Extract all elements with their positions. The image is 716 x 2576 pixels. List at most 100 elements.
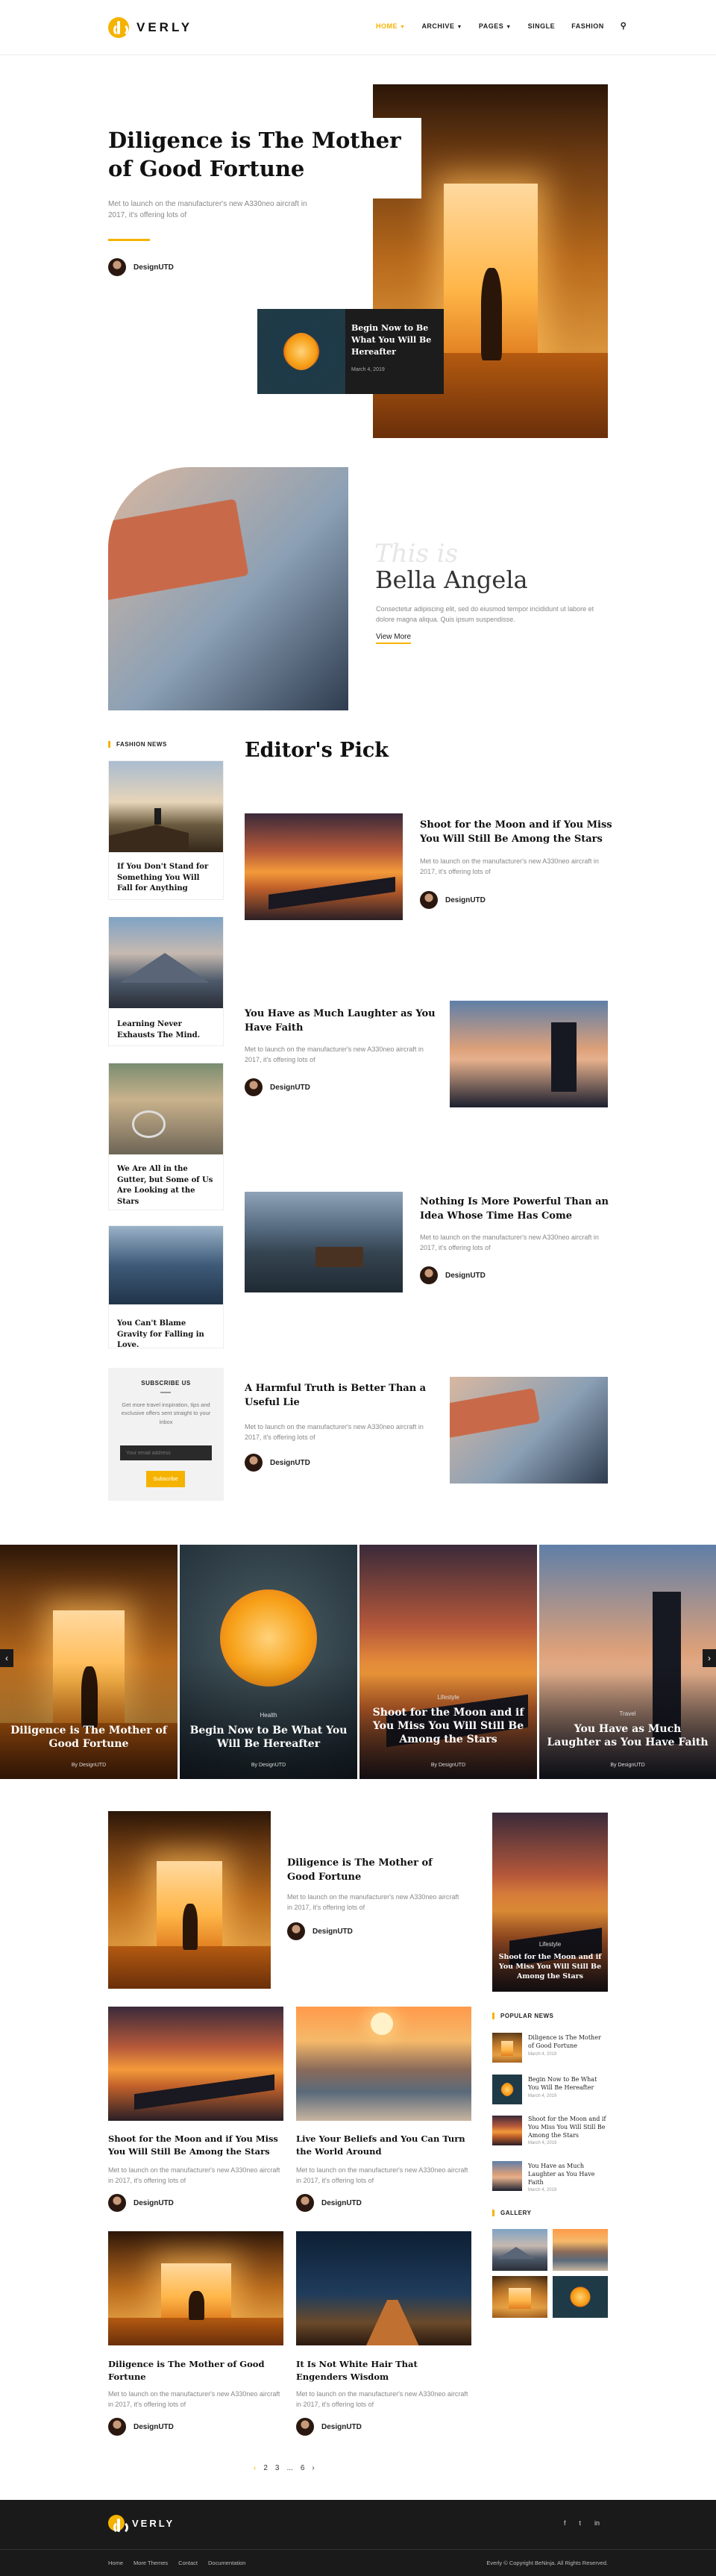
post-image[interactable]	[450, 1001, 608, 1107]
hero-side-card[interactable]: Begin Now to Be What You Will Be Hereaft…	[257, 309, 444, 394]
post-title[interactable]: It Is Not White Hair That Engenders Wisd…	[296, 2358, 471, 2383]
post-author[interactable]: DesignUTD	[245, 1454, 310, 1472]
side-card-title: Begin Now to Be What You Will Be Hereaft…	[351, 323, 432, 357]
site-header: VERLY HOME ▼ ARCHIVE ▼ PAGES ▼ SINGLE FASHI…	[0, 0, 716, 55]
hero-author[interactable]: DesignUTD	[108, 258, 174, 276]
nav-fashion[interactable]: FASHION	[571, 22, 604, 31]
pagination-next[interactable]: ›	[312, 2464, 314, 2472]
slide[interactable]: Travel You Have as Much Laughter as You …	[539, 1545, 716, 1779]
card-image	[109, 917, 223, 1008]
post-image[interactable]	[245, 813, 403, 920]
nav-pages[interactable]: PAGES ▼	[479, 22, 512, 31]
gallery-image[interactable]	[553, 2276, 608, 2318]
gallery-label: GALLERY	[492, 2210, 531, 2216]
slide[interactable]: Lifestyle Shoot for the Moon and if You …	[359, 1545, 537, 1779]
post-author[interactable]: DesignUTD	[420, 1266, 486, 1284]
post-author[interactable]: DesignUTD	[108, 2418, 174, 2436]
post-author[interactable]: DesignUTD	[108, 2194, 174, 2212]
gallery-image[interactable]	[492, 2276, 547, 2318]
pagination-prev[interactable]: ‹	[254, 2464, 256, 2472]
footer-link-home[interactable]: Home	[108, 2560, 123, 2566]
slide-title: You Have as Much Laughter as You Have Fa…	[547, 1723, 709, 1749]
post-author[interactable]: DesignUTD	[296, 2194, 362, 2212]
popular-item[interactable]: Begin Now to Be What You Will Be Hereaft…	[492, 2075, 608, 2104]
popular-item[interactable]: Shoot for the Moon and if You Miss You W…	[492, 2116, 608, 2145]
pagination-page[interactable]: 2	[263, 2464, 268, 2472]
post-image[interactable]	[108, 2231, 283, 2345]
featured-post-excerpt: Met to launch on the manufacturer's new …	[287, 1893, 459, 1911]
post-title[interactable]: You Have as Much Laughter as You Have Fa…	[245, 1007, 437, 1036]
popular-item[interactable]: You Have as Much Laughter as You Have Fa…	[492, 2161, 608, 2192]
footer-link-documentation[interactable]: Documentation	[208, 2560, 245, 2566]
post-title[interactable]: Shoot for the Moon and if You Miss You W…	[108, 2133, 283, 2157]
post-author[interactable]: DesignUTD	[287, 1922, 353, 1940]
subscribe-button[interactable]: Subscribe	[146, 1471, 185, 1487]
footer-link-more-themes[interactable]: More Themes	[134, 2560, 168, 2566]
gallery-image[interactable]	[492, 2229, 547, 2271]
linkedin-icon[interactable]: in	[594, 2519, 600, 2527]
card-title: If You Don't Stand for Something You Wil…	[117, 863, 209, 892]
site-logo[interactable]: VERLY	[108, 17, 192, 38]
post-image[interactable]	[296, 2231, 471, 2345]
fashion-card[interactable]: Learning Never Exhausts The Mind.	[108, 916, 224, 1046]
nav-single[interactable]: SINGLE	[528, 22, 556, 31]
pagination-page[interactable]: 3	[275, 2464, 280, 2472]
side-card-image	[257, 309, 345, 394]
twitter-icon[interactable]: t	[580, 2519, 582, 2527]
slide[interactable]: Diligence is The Mother of Good Fortune …	[0, 1545, 178, 1779]
featured-slider: Diligence is The Mother of Good Fortune …	[0, 1545, 716, 1779]
slide-title: Begin Now to Be What You Will Be Hereaft…	[189, 1725, 348, 1751]
search-icon[interactable]: ⚲	[621, 21, 627, 31]
post-title[interactable]: Diligence is The Mother of Good Fortune	[108, 2358, 283, 2383]
popular-news-label: POPULAR NEWS	[492, 2013, 553, 2019]
featured-post-image[interactable]	[108, 1811, 271, 1989]
card-title: You Can't Blame Gravity for Falling in L…	[117, 1319, 204, 1349]
hero-title[interactable]: Diligence is The Mother of Good Fortune	[108, 127, 414, 183]
fashion-card[interactable]: If You Don't Stand for Something You Wil…	[108, 760, 224, 900]
subscribe-email-input[interactable]	[120, 1445, 212, 1460]
post-title[interactable]: Shoot for the Moon and if You Miss You W…	[420, 819, 612, 847]
post-author[interactable]: DesignUTD	[420, 891, 486, 909]
copyright-text: Everly © Copyright BeNinja. All Rights R…	[486, 2560, 608, 2566]
fashion-card[interactable]: We Are All in the Gutter, but Some of Us…	[108, 1063, 224, 1210]
facebook-icon[interactable]: f	[564, 2519, 566, 2527]
slider-prev-button[interactable]: ‹	[0, 1649, 13, 1667]
post-excerpt: Met to launch on the manufacturer's new …	[296, 2390, 468, 2408]
slide[interactable]: Health Begin Now to Be What You Will Be …	[180, 1545, 357, 1779]
post-author[interactable]: DesignUTD	[296, 2418, 362, 2436]
popular-thumb	[492, 2075, 522, 2104]
post-image[interactable]	[245, 1192, 403, 1292]
popular-item[interactable]: Diligence is The Mother of Good Fortune M…	[492, 2033, 608, 2063]
card-title: We Are All in the Gutter, but Some of Us…	[117, 1165, 213, 1206]
post-image[interactable]	[450, 1377, 608, 1484]
avatar	[108, 2418, 126, 2436]
pagination: ‹ 2 3 ... 6 ›	[254, 2464, 315, 2472]
avatar	[296, 2194, 314, 2212]
post-title[interactable]: Nothing Is More Powerful Than an Idea Wh…	[420, 1195, 612, 1224]
nav-home[interactable]: HOME ▼	[376, 22, 405, 31]
avatar	[287, 1922, 305, 1940]
nav-archive[interactable]: ARCHIVE ▼	[421, 22, 462, 31]
chevron-down-icon: ▼	[456, 25, 462, 30]
post-author[interactable]: DesignUTD	[245, 1078, 310, 1096]
hero-title-box: Diligence is The Mother of Good Fortune	[99, 118, 421, 198]
gallery-image[interactable]	[553, 2229, 608, 2271]
site-footer: VERLY f t in Home More Themes Contact Do…	[0, 2500, 716, 2576]
slide-title: Diligence is The Mother of Good Fortune	[10, 1725, 167, 1751]
pagination-page[interactable]: 6	[301, 2464, 305, 2472]
fashion-card[interactable]: You Can't Blame Gravity for Falling in L…	[108, 1225, 224, 1349]
post-excerpt: Met to launch on the manufacturer's new …	[108, 2166, 280, 2184]
post-title[interactable]: Live Your Beliefs and You Can Turn the W…	[296, 2133, 471, 2157]
post-image[interactable]	[108, 2007, 283, 2121]
footer-logo[interactable]: VERLY	[108, 2515, 175, 2534]
main-nav: HOME ▼ ARCHIVE ▼ PAGES ▼ SINGLE FASHION ⚲	[376, 22, 626, 31]
sidebar-feature[interactable]: Lifestyle Shoot for the Moon and if You …	[492, 1813, 608, 1992]
slide-category: Health	[260, 1712, 277, 1719]
post-title[interactable]: A Harmful Truth is Better Than a Useful …	[245, 1382, 437, 1410]
featured-post-title[interactable]: Diligence is The Mother of Good Fortune	[287, 1857, 462, 1885]
slider-next-button[interactable]: ›	[703, 1649, 716, 1667]
footer-link-contact[interactable]: Contact	[178, 2560, 198, 2566]
post-image[interactable]	[296, 2007, 471, 2121]
subscribe-title: SUBSCRIBE US	[141, 1380, 191, 1387]
view-more-link[interactable]: View More	[376, 633, 412, 644]
